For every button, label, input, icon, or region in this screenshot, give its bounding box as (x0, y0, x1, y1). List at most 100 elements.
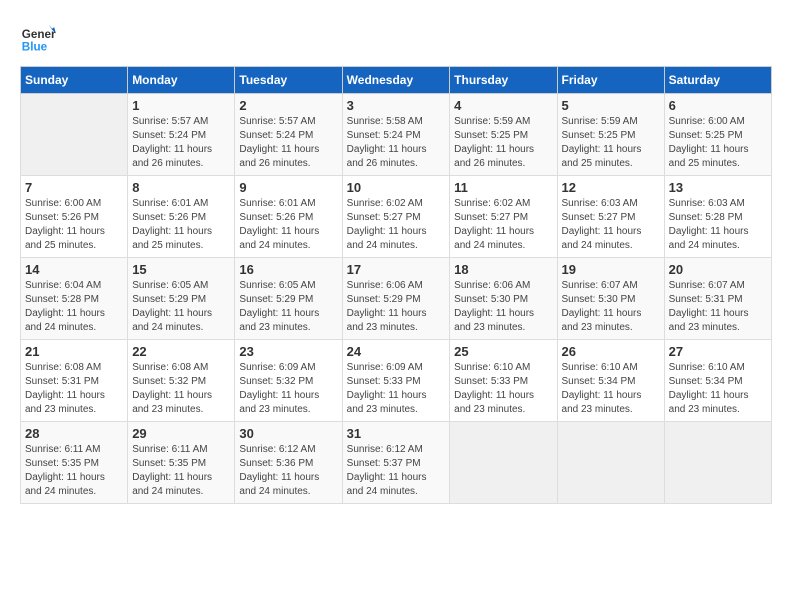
day-info: Sunrise: 6:09 AM Sunset: 5:33 PM Dayligh… (347, 361, 446, 417)
day-info: Sunrise: 6:03 AM Sunset: 5:27 PM Dayligh… (562, 197, 660, 253)
calendar-cell: 29Sunrise: 6:11 AM Sunset: 5:35 PM Dayli… (128, 422, 235, 504)
calendar-cell: 24 Sunrise: 6:09 AM Sunset: 5:33 PM Dayli… (342, 340, 450, 422)
calendar-cell: 13 Sunrise: 6:03 AM Sunset: 5:28 PM Dayli… (664, 176, 771, 258)
weekday-header-monday: Monday (128, 67, 235, 94)
day-number: 24 (347, 344, 446, 359)
day-number: 31 (347, 426, 446, 441)
weekday-header-wednesday: Wednesday (342, 67, 450, 94)
day-number: 7 (25, 180, 123, 195)
calendar-cell: 10 Sunrise: 6:02 AM Sunset: 5:27 PM Dayli… (342, 176, 450, 258)
day-info: Sunrise: 6:11 AM Sunset: 5:35 PM Dayligh… (25, 443, 123, 499)
calendar-cell (664, 422, 771, 504)
day-info: Sunrise: 6:07 AM Sunset: 5:30 PM Dayligh… (562, 279, 660, 335)
calendar-week-row: 28 Sunrise: 6:11 AM Sunset: 5:35 PM Dayli… (21, 422, 772, 504)
day-info: Sunrise: 6:01 AM Sunset: 5:26 PM Dayligh… (239, 197, 337, 253)
calendar-cell: 3 Sunrise: 5:58 AM Sunset: 5:24 PM Daylig… (342, 94, 450, 176)
day-number: 14 (25, 262, 123, 277)
day-info: Sunrise: 5:59 AM Sunset: 5:25 PM Dayligh… (454, 115, 552, 171)
calendar-body: 1Sunrise: 5:57 AM Sunset: 5:24 PM Daylig… (21, 94, 772, 504)
day-info: Sunrise: 6:00 AM Sunset: 5:26 PM Dayligh… (25, 197, 123, 253)
day-info: Sunrise: 5:57 AM Sunset: 5:24 PM Dayligh… (239, 115, 337, 171)
calendar-cell: 1Sunrise: 5:57 AM Sunset: 5:24 PM Daylig… (128, 94, 235, 176)
day-number: 5 (562, 98, 660, 113)
weekday-header-sunday: Sunday (21, 67, 128, 94)
day-info: Sunrise: 6:05 AM Sunset: 5:29 PM Dayligh… (132, 279, 230, 335)
calendar-cell: 2 Sunrise: 5:57 AM Sunset: 5:24 PM Daylig… (235, 94, 342, 176)
weekday-header-thursday: Thursday (450, 67, 557, 94)
day-number: 6 (669, 98, 767, 113)
day-number: 30 (239, 426, 337, 441)
calendar-table: SundayMondayTuesdayWednesdayThursdayFrid… (20, 66, 772, 504)
calendar-cell: 16 Sunrise: 6:05 AM Sunset: 5:29 PM Dayli… (235, 258, 342, 340)
day-number: 4 (454, 98, 552, 113)
calendar-cell: 7 Sunrise: 6:00 AM Sunset: 5:26 PM Daylig… (21, 176, 128, 258)
calendar-cell: 12 Sunrise: 6:03 AM Sunset: 5:27 PM Dayli… (557, 176, 664, 258)
day-number: 23 (239, 344, 337, 359)
calendar-cell: 28 Sunrise: 6:11 AM Sunset: 5:35 PM Dayli… (21, 422, 128, 504)
calendar-cell: 27 Sunrise: 6:10 AM Sunset: 5:34 PM Dayli… (664, 340, 771, 422)
svg-text:General: General (22, 28, 56, 41)
day-info: Sunrise: 6:05 AM Sunset: 5:29 PM Dayligh… (239, 279, 337, 335)
calendar-cell: 11Sunrise: 6:02 AM Sunset: 5:27 PM Dayli… (450, 176, 557, 258)
calendar-cell: 31 Sunrise: 6:12 AM Sunset: 5:37 PM Dayli… (342, 422, 450, 504)
calendar-cell: 19 Sunrise: 6:07 AM Sunset: 5:30 PM Dayli… (557, 258, 664, 340)
day-number: 25 (454, 344, 552, 359)
logo: General Blue (20, 20, 62, 56)
calendar-cell: 21Sunrise: 6:08 AM Sunset: 5:31 PM Dayli… (21, 340, 128, 422)
weekday-header-friday: Friday (557, 67, 664, 94)
day-info: Sunrise: 5:58 AM Sunset: 5:24 PM Dayligh… (347, 115, 446, 171)
day-number: 18 (454, 262, 552, 277)
day-info: Sunrise: 6:08 AM Sunset: 5:31 PM Dayligh… (25, 361, 123, 417)
day-number: 22 (132, 344, 230, 359)
day-number: 26 (562, 344, 660, 359)
calendar-week-row: 21Sunrise: 6:08 AM Sunset: 5:31 PM Dayli… (21, 340, 772, 422)
day-info: Sunrise: 5:57 AM Sunset: 5:24 PM Dayligh… (132, 115, 230, 171)
calendar-cell (21, 94, 128, 176)
calendar-header-row: SundayMondayTuesdayWednesdayThursdayFrid… (21, 67, 772, 94)
calendar-cell: 5 Sunrise: 5:59 AM Sunset: 5:25 PM Daylig… (557, 94, 664, 176)
calendar-cell (450, 422, 557, 504)
day-number: 10 (347, 180, 446, 195)
day-info: Sunrise: 6:12 AM Sunset: 5:37 PM Dayligh… (347, 443, 446, 499)
day-info: Sunrise: 5:59 AM Sunset: 5:25 PM Dayligh… (562, 115, 660, 171)
day-info: Sunrise: 6:09 AM Sunset: 5:32 PM Dayligh… (239, 361, 337, 417)
day-number: 20 (669, 262, 767, 277)
day-number: 12 (562, 180, 660, 195)
day-info: Sunrise: 6:12 AM Sunset: 5:36 PM Dayligh… (239, 443, 337, 499)
calendar-cell: 9 Sunrise: 6:01 AM Sunset: 5:26 PM Daylig… (235, 176, 342, 258)
day-info: Sunrise: 6:10 AM Sunset: 5:33 PM Dayligh… (454, 361, 552, 417)
day-number: 16 (239, 262, 337, 277)
weekday-header-tuesday: Tuesday (235, 67, 342, 94)
day-info: Sunrise: 6:02 AM Sunset: 5:27 PM Dayligh… (347, 197, 446, 253)
day-number: 3 (347, 98, 446, 113)
day-info: Sunrise: 6:06 AM Sunset: 5:30 PM Dayligh… (454, 279, 552, 335)
weekday-header-saturday: Saturday (664, 67, 771, 94)
calendar-cell: 22Sunrise: 6:08 AM Sunset: 5:32 PM Dayli… (128, 340, 235, 422)
calendar-week-row: 14 Sunrise: 6:04 AM Sunset: 5:28 PM Dayli… (21, 258, 772, 340)
calendar-cell: 25 Sunrise: 6:10 AM Sunset: 5:33 PM Dayli… (450, 340, 557, 422)
calendar-cell: 4 Sunrise: 5:59 AM Sunset: 5:25 PM Daylig… (450, 94, 557, 176)
day-number: 13 (669, 180, 767, 195)
logo-icon: General Blue (20, 20, 56, 56)
day-info: Sunrise: 6:00 AM Sunset: 5:25 PM Dayligh… (669, 115, 767, 171)
day-info: Sunrise: 6:10 AM Sunset: 5:34 PM Dayligh… (669, 361, 767, 417)
calendar-cell: 8Sunrise: 6:01 AM Sunset: 5:26 PM Daylig… (128, 176, 235, 258)
day-number: 28 (25, 426, 123, 441)
day-info: Sunrise: 6:06 AM Sunset: 5:29 PM Dayligh… (347, 279, 446, 335)
day-number: 2 (239, 98, 337, 113)
day-number: 27 (669, 344, 767, 359)
calendar-cell (557, 422, 664, 504)
day-info: Sunrise: 6:04 AM Sunset: 5:28 PM Dayligh… (25, 279, 123, 335)
day-number: 9 (239, 180, 337, 195)
day-info: Sunrise: 6:01 AM Sunset: 5:26 PM Dayligh… (132, 197, 230, 253)
calendar-cell: 17Sunrise: 6:06 AM Sunset: 5:29 PM Dayli… (342, 258, 450, 340)
calendar-cell: 26 Sunrise: 6:10 AM Sunset: 5:34 PM Dayli… (557, 340, 664, 422)
calendar-week-row: 1Sunrise: 5:57 AM Sunset: 5:24 PM Daylig… (21, 94, 772, 176)
calendar-cell: 6 Sunrise: 6:00 AM Sunset: 5:25 PM Daylig… (664, 94, 771, 176)
day-info: Sunrise: 6:03 AM Sunset: 5:28 PM Dayligh… (669, 197, 767, 253)
day-info: Sunrise: 6:10 AM Sunset: 5:34 PM Dayligh… (562, 361, 660, 417)
day-number: 19 (562, 262, 660, 277)
day-info: Sunrise: 6:02 AM Sunset: 5:27 PM Dayligh… (454, 197, 552, 253)
day-info: Sunrise: 6:07 AM Sunset: 5:31 PM Dayligh… (669, 279, 767, 335)
day-number: 29 (132, 426, 230, 441)
